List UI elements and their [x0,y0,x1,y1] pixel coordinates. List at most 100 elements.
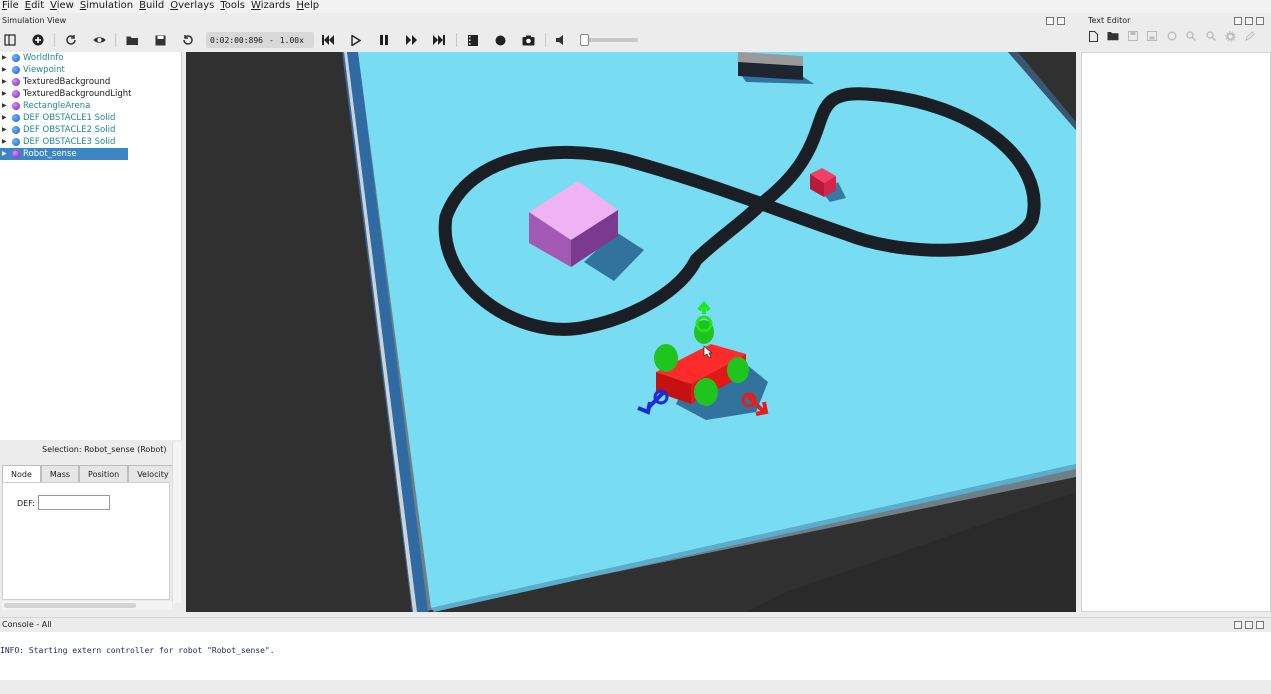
edit-icon[interactable] [1240,31,1260,45]
mute-icon[interactable] [554,32,570,48]
proto-node-icon [12,78,20,86]
console-output[interactable]: INFO: Starting extern controller for rob… [0,632,1271,680]
robot-wheel [694,378,718,406]
robot-wheel [727,357,749,383]
record-icon[interactable] [493,32,509,48]
expand-arrow-icon[interactable]: ▶ [2,76,7,88]
tree-item-obstacle1[interactable]: ▶ DEF OBSTACLE1 Solid [0,112,181,124]
toggle-scene-tree-icon[interactable] [2,32,18,48]
toolbar-separator [544,33,546,47]
menu-help[interactable]: Help [294,0,323,13]
tree-item-rectanglearena[interactable]: ▶ RectangleArena [0,100,181,112]
open-world-icon[interactable] [124,32,140,48]
tree-item-worldinfo[interactable]: ▶ WorldInfo [0,52,181,64]
tree-item-label: TexturedBackgroundLight [23,89,132,99]
console-window-buttons [1234,621,1264,629]
menu-edit[interactable]: Edit [23,0,48,13]
tab-position[interactable]: Position [79,465,129,482]
gear-icon[interactable] [1221,31,1241,45]
menu-build[interactable]: Build [137,0,168,13]
open-file-icon[interactable] [1104,31,1124,45]
record-movie-icon[interactable] [465,32,481,48]
tab-node[interactable]: Node [2,465,41,482]
float-button[interactable] [1245,621,1253,629]
proto-node-icon [12,90,20,98]
expand-arrow-icon[interactable]: ▶ [2,100,7,112]
selection-label: Selection: Robot_sense (Robot) [42,445,167,454]
float-button[interactable] [1245,17,1253,25]
tree-item-label: DEF OBSTACLE2 Solid [23,125,116,135]
toolbar-separator [54,33,55,47]
eye-icon[interactable] [91,32,107,48]
find-icon[interactable] [1182,31,1202,45]
save-file-icon[interactable] [1123,31,1143,45]
3d-viewport[interactable] [186,52,1076,612]
expand-arrow-icon[interactable]: ▶ [2,148,7,160]
expand-arrow-icon[interactable]: ▶ [2,88,7,100]
volume-slider[interactable] [579,34,638,46]
simulation-view-title: Simulation View [2,16,67,25]
tree-item-obstacle2[interactable]: ▶ DEF OBSTACLE2 Solid [0,124,181,136]
tab-mass[interactable]: Mass [40,465,80,482]
menu-overlays[interactable]: Overlays [168,0,218,13]
tree-item-texturedbackgroundlight[interactable]: ▶ TexturedBackgroundLight [0,88,181,100]
expand-arrow-icon[interactable]: ▶ [2,52,7,64]
pause-icon[interactable] [376,32,392,48]
menu-simulation[interactable]: Simulation [78,0,137,13]
simulation-time-display: 0:02:00:896 - 1.00x [206,32,314,48]
toolbar-separator [115,33,116,47]
minimize-button[interactable] [1234,17,1242,25]
menu-file[interactable]: File [0,0,23,13]
expand-arrow-icon[interactable]: ▶ [2,112,7,124]
vertical-scrollbar[interactable] [172,442,181,603]
fastest-icon[interactable] [432,32,448,48]
tree-item-texturedbackground[interactable]: ▶ TexturedBackground [0,76,181,88]
menu-wizards[interactable]: Wizards [249,0,294,13]
proto-node-icon [12,150,20,158]
play-icon[interactable] [348,32,364,48]
revert-file-icon[interactable] [1162,31,1182,45]
tree-item-label: Viewpoint [23,65,65,75]
tab-velocity[interactable]: Velocity [128,465,178,482]
menu-view[interactable]: View [48,0,78,13]
fast-forward-icon[interactable] [404,32,420,48]
node-icon [12,54,20,62]
minimize-button[interactable] [1234,621,1242,629]
field-editor: Selection: Robot_sense (Robot) Node Mass… [0,441,182,613]
node-icon [12,66,20,74]
float-button[interactable] [1046,17,1054,25]
add-node-icon[interactable] [30,32,46,48]
expand-arrow-icon[interactable]: ▶ [2,124,7,136]
node-icon [12,114,20,122]
step-back-icon[interactable] [320,32,336,48]
scrollbar-thumb[interactable] [4,603,136,608]
expand-arrow-icon[interactable]: ▶ [2,64,7,76]
tree-item-label: Robot_sense [23,149,77,159]
text-editor[interactable] [1081,52,1271,612]
replace-icon[interactable] [1201,31,1221,45]
volume-slider-knob[interactable] [579,34,589,46]
new-file-icon[interactable] [1084,31,1104,45]
save-world-icon[interactable] [152,32,168,48]
expand-arrow-icon[interactable]: ▶ [2,136,7,148]
tree-item-label: DEF OBSTACLE1 Solid [23,113,116,123]
menu-bar: File Edit View Simulation Build Overlays… [0,0,1271,13]
time-separator: - [268,35,274,45]
save-all-icon[interactable] [1143,31,1163,45]
tree-item-obstacle3[interactable]: ▶ DEF OBSTACLE3 Solid [0,136,181,148]
reload-icon[interactable] [63,32,79,48]
menu-tools[interactable]: Tools [218,0,249,13]
def-input[interactable] [38,495,110,510]
node-tab-body: DEF: [2,482,170,600]
console-title: Console - All [2,620,52,629]
horizontal-scrollbar[interactable] [2,601,172,610]
main-toolbar: 0:02:00:896 - 1.00x [0,29,1080,51]
tree-item-viewpoint[interactable]: ▶ Viewpoint [0,64,181,76]
close-button[interactable] [1256,17,1264,25]
revert-icon[interactable] [180,32,196,48]
screenshot-icon[interactable] [521,32,537,48]
tree-item-robot-sense[interactable]: ▶ Robot_sense [0,148,128,160]
close-button[interactable] [1256,621,1264,629]
close-button[interactable] [1057,17,1065,25]
text-editor-toolbar [1084,31,1260,45]
